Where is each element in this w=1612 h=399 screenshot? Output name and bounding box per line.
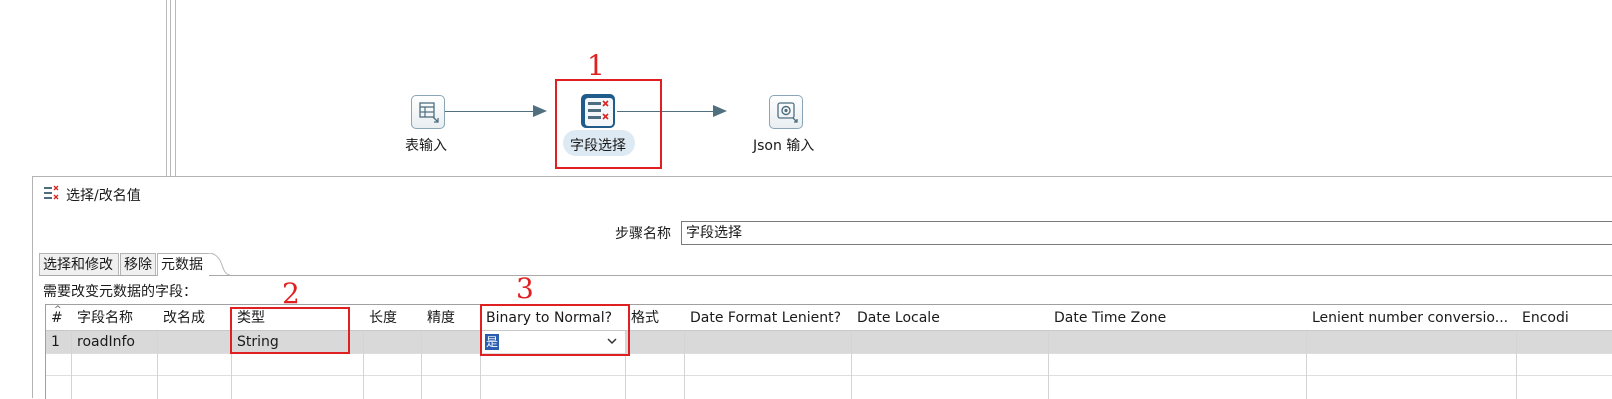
- dialog-titlebar: 选择/改名值: [33, 177, 1612, 213]
- cell-field-name[interactable]: roadInfo: [72, 331, 158, 353]
- panel-divider: [166, 0, 167, 178]
- row-number: 1: [51, 334, 60, 350]
- cell-precision[interactable]: [422, 331, 481, 353]
- header-date-time-zone[interactable]: Date Time Zone: [1049, 305, 1307, 331]
- hop-arrow-icon: [713, 105, 727, 117]
- header-date-locale[interactable]: Date Locale: [852, 305, 1049, 331]
- header-date-format-lenient[interactable]: Date Format Lenient?: [685, 305, 852, 331]
- annotation-box-3: [480, 304, 630, 356]
- header-precision[interactable]: 精度: [422, 305, 481, 331]
- tab-remove[interactable]: 移除: [120, 253, 156, 275]
- header-lenient-number[interactable]: Lenient number conversio...: [1307, 305, 1517, 331]
- cell-length[interactable]: [364, 331, 422, 353]
- tab-bar: 选择和修改 移除 元数据: [39, 251, 1612, 276]
- annotation-number-1: 1: [587, 49, 605, 82]
- header-rename[interactable]: 改名成: [158, 305, 232, 331]
- header-length[interactable]: 长度: [364, 305, 422, 331]
- step-label-table-input[interactable]: 表输入: [405, 135, 447, 155]
- json-input-icon: [777, 102, 798, 123]
- header-encoding[interactable]: Encodi: [1517, 305, 1612, 331]
- tab-edge: [208, 253, 230, 275]
- sort-caret-icon: ^: [54, 305, 62, 315]
- cell-rename[interactable]: [158, 331, 232, 353]
- select-values-dialog: 选择/改名值 步骤名称 字段选择 选择和修改 移除 元数据 需要改变元数据的字段…: [32, 176, 1612, 399]
- tab-select-modify[interactable]: 选择和修改: [39, 253, 119, 275]
- panel-divider: [175, 0, 176, 178]
- step-label-json-input[interactable]: Json 输入: [753, 135, 814, 155]
- step-name-label: 步骤名称: [615, 226, 671, 242]
- hop-arrow-icon: [533, 105, 547, 117]
- annotation-number-2: 2: [282, 277, 300, 310]
- step-name-input[interactable]: 字段选择: [681, 221, 1612, 245]
- annotation-box-1: [555, 79, 662, 169]
- panel-divider: [170, 0, 171, 178]
- header-field-name[interactable]: 字段名称: [72, 305, 158, 331]
- dialog-title: 选择/改名值: [66, 188, 141, 204]
- metadata-section-label: 需要改变元数据的字段：: [43, 284, 197, 300]
- annotation-box-2: [230, 307, 350, 354]
- header-format[interactable]: 格式: [626, 305, 685, 331]
- select-values-icon: [44, 185, 59, 200]
- table-input-step[interactable]: [411, 95, 445, 129]
- tab-metadata[interactable]: 元数据: [157, 253, 209, 276]
- annotation-number-3: 3: [516, 272, 534, 305]
- cell-format[interactable]: [626, 331, 685, 353]
- hop-line: [445, 111, 537, 112]
- json-input-step[interactable]: [769, 95, 803, 129]
- table-input-icon: [419, 102, 439, 123]
